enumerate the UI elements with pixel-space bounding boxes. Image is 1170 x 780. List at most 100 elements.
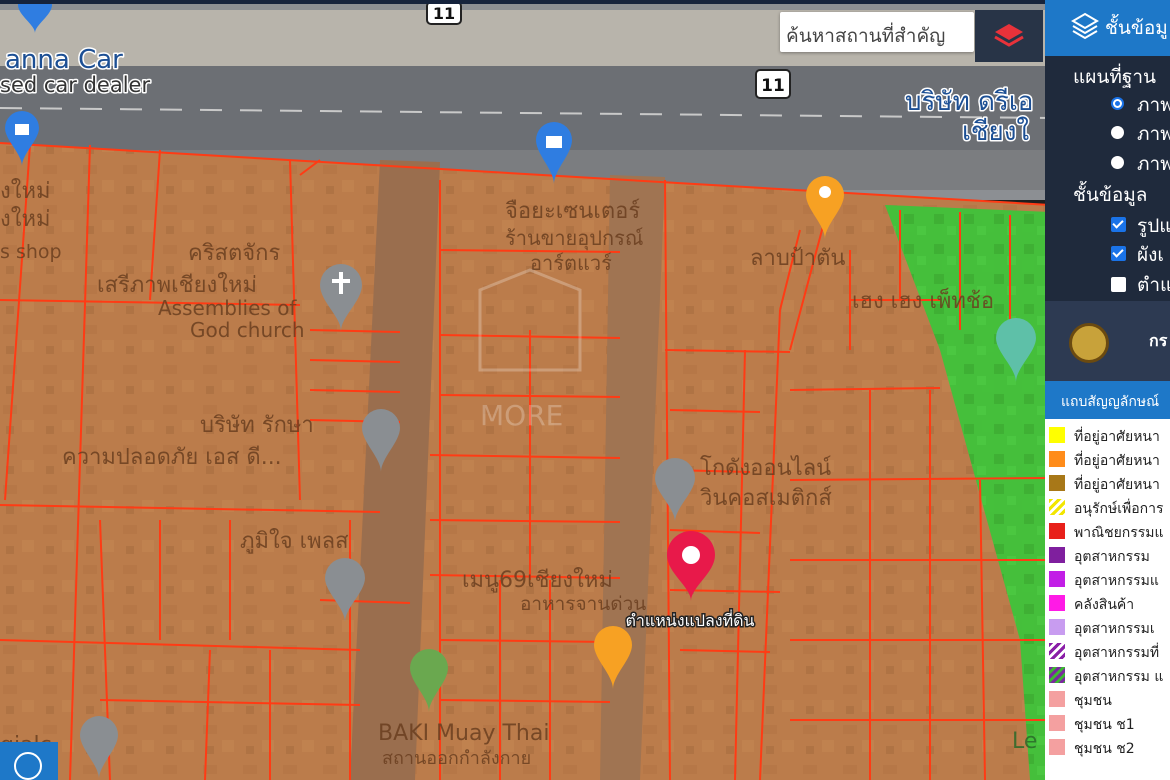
restaurant-label[interactable]: เมนู69เชียงใหม่: [462, 567, 613, 593]
layer-checkbox[interactable]: [1111, 217, 1126, 232]
my-location-button[interactable]: [0, 742, 58, 780]
place-label: Le: [1012, 729, 1037, 754]
basemap-title: แผนที่ฐาน: [1073, 66, 1157, 88]
basemap-option-label: ภาพ: [1137, 94, 1170, 116]
shop-label: งใหม่: [0, 178, 51, 204]
company-label[interactable]: บริษัท ดรีเอ: [904, 86, 1035, 119]
car-dealer-label[interactable]: anna Car: [4, 44, 125, 77]
legend-swatch: [1049, 427, 1065, 443]
company-label-2: เชียงใ: [962, 117, 1029, 147]
restaurant-label[interactable]: ลาบป้าตัน: [750, 246, 845, 271]
layers-icon: [994, 24, 1024, 47]
legend-label: อุตสาหกรรม: [1074, 549, 1150, 565]
legend-item: อุตสาหกรรม: [1049, 545, 1170, 565]
bhumjai-label[interactable]: ภูมิใจ เพลส: [240, 528, 349, 554]
location-icon: [14, 752, 42, 780]
agency-label: กร: [1149, 331, 1168, 350]
panel-header[interactable]: ชั้นข้อมู: [1045, 0, 1170, 56]
legend-item: อุตสาหกรรม แ: [1049, 665, 1170, 685]
legend-label: ที่อยู่อาศัยหนา: [1074, 477, 1160, 493]
legend-item: อุตสาหกรรมเ: [1049, 617, 1170, 637]
legend-item: อนุรักษ์เพื่อการ: [1049, 497, 1170, 517]
legend-label: อุตสาหกรรมที่: [1074, 645, 1160, 661]
legend-item: ชุมชน ช2: [1049, 737, 1170, 757]
basemap-option-label: ภาพ: [1137, 153, 1170, 175]
search-placeholder: ค้นหาสถานที่สำคัญ: [786, 25, 946, 47]
legend-label: พาณิชยกรรมแ: [1074, 525, 1164, 541]
route-11-shield-icon: 11: [755, 69, 791, 99]
legend-label: อนุรักษ์เพื่อการ: [1074, 501, 1164, 517]
legend-swatch: [1049, 571, 1065, 587]
layer-panel: ชั้นข้อมู แผนที่ฐาน ภาพ ภาพ ภาพ ชั้นข้อม…: [1045, 0, 1170, 780]
jewelry-label: ร้านขายอุปกรณ์: [505, 226, 643, 251]
legend-swatch: [1049, 547, 1065, 563]
church-label[interactable]: คริสตจักร: [188, 241, 280, 266]
basemap-option-label: ภาพ: [1137, 123, 1170, 145]
legend-title: แถบสัญญลักษณ์: [1061, 394, 1160, 410]
warehouse-label[interactable]: โกดังออนไลน์: [700, 455, 831, 481]
security-company-label[interactable]: บริษัท รักษา: [200, 413, 314, 438]
layer-label: รูปแ: [1137, 215, 1170, 237]
layer-checkbox[interactable]: [1111, 246, 1126, 261]
legend-swatch: [1049, 667, 1065, 683]
agency-header: กร: [1045, 301, 1170, 381]
gym-label: สถานออกกำลังกาย: [382, 748, 531, 769]
security-company-label: ความปลอดภัย เอส ดี...: [62, 445, 282, 470]
car-dealer-type-label: sed car dealer: [0, 73, 150, 97]
legend-label: ชุมชน: [1074, 693, 1112, 709]
route-11-label: 11: [761, 76, 785, 96]
highway: [0, 66, 1050, 150]
legend-swatch: [1049, 691, 1065, 707]
search-input[interactable]: ค้นหาสถานที่สำคัญ: [780, 12, 974, 52]
legend-swatch: [1049, 451, 1065, 467]
jewelry-label[interactable]: จือยะเซนเตอร์: [505, 199, 640, 224]
route-11-label: 11: [433, 4, 455, 23]
top-bar: [0, 0, 1170, 4]
legend-label: อุตสาหกรรมแ: [1074, 573, 1159, 589]
legend-item: อุตสาหกรรมแ: [1049, 569, 1170, 589]
legend-item: ชุมชน ช1: [1049, 713, 1170, 733]
parcel-location-label: ตำแหน่งแปลงที่ดิน: [626, 609, 755, 630]
legend-label: อุตสาหกรรมเ: [1074, 621, 1155, 637]
stack-icon: [1071, 12, 1099, 40]
legend-item: ที่อยู่อาศัยหนา: [1049, 425, 1170, 445]
legend-label: ชุมชน ช1: [1074, 717, 1135, 733]
legend-swatch: [1049, 739, 1065, 755]
legend-swatch: [1049, 523, 1065, 539]
legend-swatch: [1049, 595, 1065, 611]
legend-swatch: [1049, 475, 1065, 491]
jewelry-label: อาร์ตแวร์: [530, 251, 612, 275]
legend-item: คลังสินค้า: [1049, 593, 1170, 613]
church-label: God church: [190, 318, 305, 342]
legend-label: ที่อยู่อาศัยหนา: [1074, 429, 1160, 445]
legend-label: ที่อยู่อาศัยหนา: [1074, 453, 1160, 469]
legend-swatch: [1049, 619, 1065, 635]
pet-shop-label[interactable]: เฮง เฮง เพ็ทช้อ: [852, 286, 994, 314]
map-canvas[interactable]: 11 11 anna Car sed car dealer บริษัท ดรี…: [0, 0, 1170, 780]
layer-checkbox[interactable]: [1111, 277, 1126, 292]
layers-button[interactable]: [975, 10, 1043, 62]
shop-label: s shop: [0, 241, 62, 263]
legend-label: ชุมชน ช2: [1074, 741, 1135, 757]
legend-item: พาณิชยกรรมแ: [1049, 521, 1170, 541]
layer-label: ตำแ: [1137, 274, 1170, 296]
legend-header: แถบสัญญลักษณ์: [1045, 381, 1170, 419]
legend-item: ที่อยู่อาศัยหนา: [1049, 473, 1170, 493]
layer-controls: แผนที่ฐาน ภาพ ภาพ ภาพ ชั้นข้อมูล รูปแ ผั…: [1045, 56, 1170, 301]
legend-label: อุตสาหกรรม แ: [1074, 669, 1164, 685]
svg-text:MORE: MORE: [480, 399, 563, 432]
basemap-radio[interactable]: [1111, 97, 1124, 110]
church-label: เสรีภาพเชียงใหม่: [97, 272, 257, 298]
legend-item: ที่อยู่อาศัยหนา: [1049, 449, 1170, 469]
layer-label: ผังเ: [1137, 244, 1164, 266]
gym-label[interactable]: BAKI Muay Thai: [378, 721, 549, 746]
legend-item: อุตสาหกรรมที่: [1049, 641, 1170, 661]
legend-label: คลังสินค้า: [1074, 597, 1135, 613]
basemap-radio[interactable]: [1111, 156, 1124, 169]
shop-label: งใหม่: [0, 206, 51, 232]
legend-swatch: [1049, 499, 1065, 515]
basemap-radio[interactable]: [1111, 126, 1124, 139]
warehouse-label: วินคอสเมติกส์: [699, 486, 832, 511]
legend-item: ชุมชน: [1049, 689, 1170, 709]
panel-title: ชั้นข้อมู: [1105, 17, 1168, 39]
